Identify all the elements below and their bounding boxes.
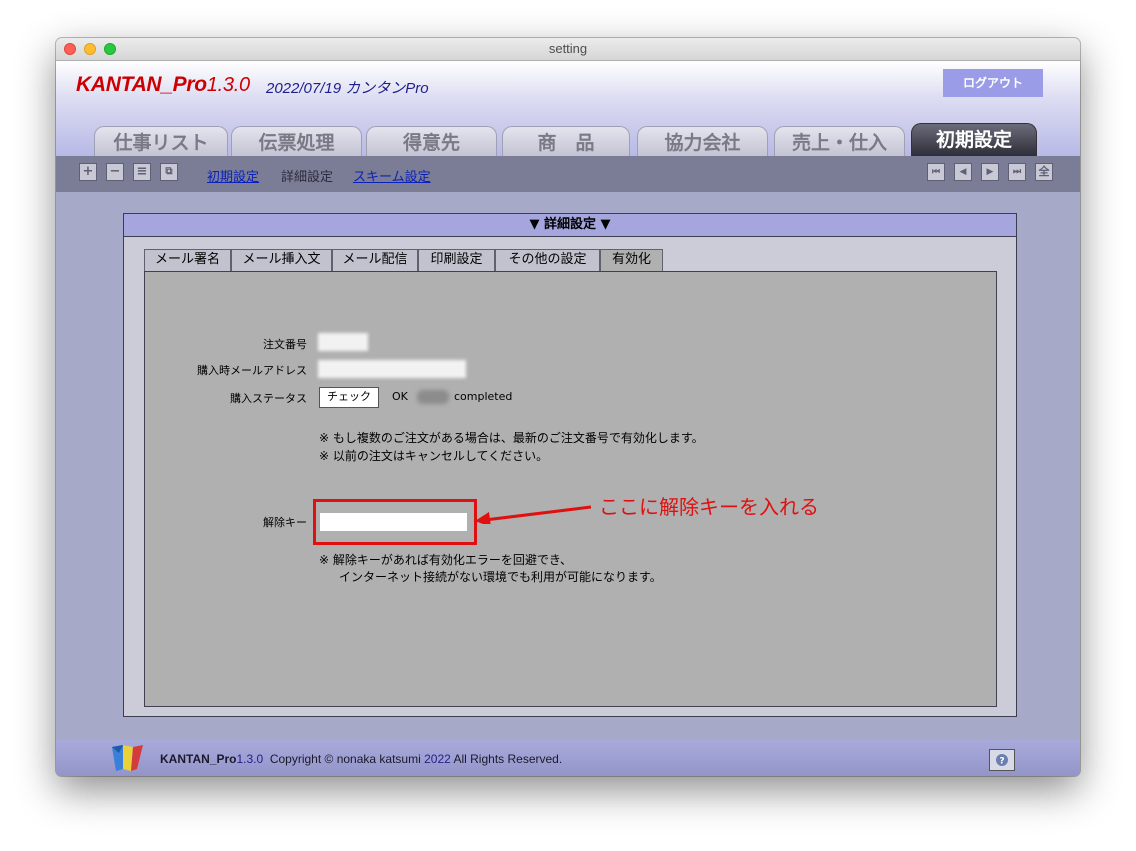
tab-initial-settings[interactable]: 初期設定 — [911, 123, 1037, 156]
unlock-key-input[interactable] — [320, 513, 467, 531]
link-scheme-settings[interactable]: スキーム設定 — [353, 166, 431, 185]
status-ok-text: OK — [392, 390, 408, 403]
app-version: 1.3.0 — [206, 74, 250, 96]
app-window: setting KANTAN_Pro1.3.0 2022/07/19 カンタンP… — [56, 38, 1080, 776]
note-unlock-key-1: ※ 解除キーがあれば有効化エラーを回避でき、 — [319, 553, 573, 567]
unlock-key-label: 解除キー — [263, 516, 307, 529]
app-title: KANTAN_Pro1.3.0 — [76, 73, 250, 97]
tab-sales-purchases[interactable]: 売上・仕入 — [774, 126, 905, 156]
list-icon[interactable]: ≡ — [133, 163, 151, 181]
subtab-mail-insert-text[interactable]: メール挿入文 — [231, 249, 332, 271]
title-bar: setting — [56, 38, 1080, 61]
check-button[interactable]: チェック — [319, 387, 379, 408]
link-initial-settings[interactable]: 初期設定 — [207, 166, 259, 185]
footer-copyright-text: Copyright © nonaka katsumi — [269, 752, 421, 766]
note-multiple-orders: ※ もし複数のご注文がある場合は、最新のご注文番号で有効化します。 — [319, 431, 704, 445]
detail-settings-panel: ▼ 詳細設定 ▼ メール署名 メール挿入文 メール配信 印刷設定 その他の設定 … — [123, 213, 1017, 717]
order-number-label: 注文番号 — [263, 338, 307, 351]
subtab-mail-signature[interactable]: メール署名 — [144, 249, 231, 271]
note-unlock-key-2: インターネット接続がない環境でも利用が可能になります。 — [339, 570, 662, 584]
help-button[interactable]: ? — [989, 749, 1015, 771]
note-cancel-previous: ※ 以前の注文はキャンセルしてください。 — [319, 449, 549, 463]
first-icon[interactable]: ⏮ — [927, 163, 945, 181]
annotation-text: ここに解除キーを入れる — [599, 495, 819, 519]
purchase-status-label: 購入ステータス — [230, 392, 307, 405]
tab-customers[interactable]: 得意先 — [366, 126, 497, 156]
next-icon[interactable]: ▶ — [981, 163, 999, 181]
status-completed-text: completed — [454, 390, 513, 403]
minus-icon[interactable]: − — [106, 163, 124, 181]
footer-year: 2022 — [424, 752, 451, 766]
tab-partners[interactable]: 協力会社 — [637, 126, 768, 156]
footer: KANTAN_Pro1.3.0 Copyright © nonaka katsu… — [56, 740, 1080, 776]
redacted-id — [417, 390, 449, 404]
annotation-arrow — [475, 505, 592, 524]
footer-app-name: KANTAN_Pro — [160, 752, 237, 766]
purchase-email-label: 購入時メールアドレス — [197, 364, 307, 377]
subtab-activation[interactable]: 有効化 — [600, 249, 663, 273]
tab-job-list[interactable]: 仕事リスト — [94, 126, 228, 156]
window-title: setting — [548, 41, 588, 56]
activation-form: 注文番号 購入時メールアドレス 購入ステータス チェック OK complete… — [144, 271, 997, 707]
tab-products[interactable]: 商 品 — [502, 126, 630, 156]
svg-text:?: ? — [999, 757, 1004, 767]
toolbar: + − ≡ ⧉ 初期設定 詳細設定 スキーム設定 ⏮ ◀ ▶ ⏭ 全 — [56, 156, 1080, 192]
plus-icon[interactable]: + — [79, 163, 97, 181]
logout-button[interactable]: ログアウト — [943, 69, 1043, 97]
footer-rights: All Rights Reserved. — [453, 752, 563, 766]
app-name: KANTAN_Pro — [76, 73, 207, 96]
show-all-button[interactable]: 全 — [1035, 163, 1053, 181]
subtab-mail-delivery[interactable]: メール配信 — [332, 249, 418, 271]
panel-title: ▼ 詳細設定 ▼ — [124, 214, 1016, 237]
purchase-email-field[interactable] — [318, 360, 466, 378]
kantan-logo-icon — [112, 745, 143, 771]
footer-app-version: 1.3.0 — [236, 752, 264, 766]
prev-icon[interactable]: ◀ — [954, 163, 972, 181]
footer-copyright: KANTAN_Pro1.3.0 Copyright © nonaka katsu… — [160, 752, 562, 766]
app-subtitle: 2022/07/19 カンタンPro — [266, 80, 429, 97]
copy-icon[interactable]: ⧉ — [160, 163, 178, 181]
label-detail-settings: 詳細設定 — [281, 170, 334, 185]
help-icon: ? — [996, 754, 1008, 767]
tab-slip-processing[interactable]: 伝票処理 — [231, 126, 362, 156]
main-tabs: 仕事リスト 伝票処理 得意先 商 品 協力会社 売上・仕入 初期設定 — [56, 120, 1080, 156]
last-icon[interactable]: ⏭ — [1008, 163, 1026, 181]
subtab-print-settings[interactable]: 印刷設定 — [418, 249, 495, 271]
order-number-field[interactable] — [318, 333, 368, 351]
app-header: KANTAN_Pro1.3.0 2022/07/19 カンタンPro ログアウト… — [56, 61, 1080, 156]
subtab-other-settings[interactable]: その他の設定 — [495, 249, 600, 271]
